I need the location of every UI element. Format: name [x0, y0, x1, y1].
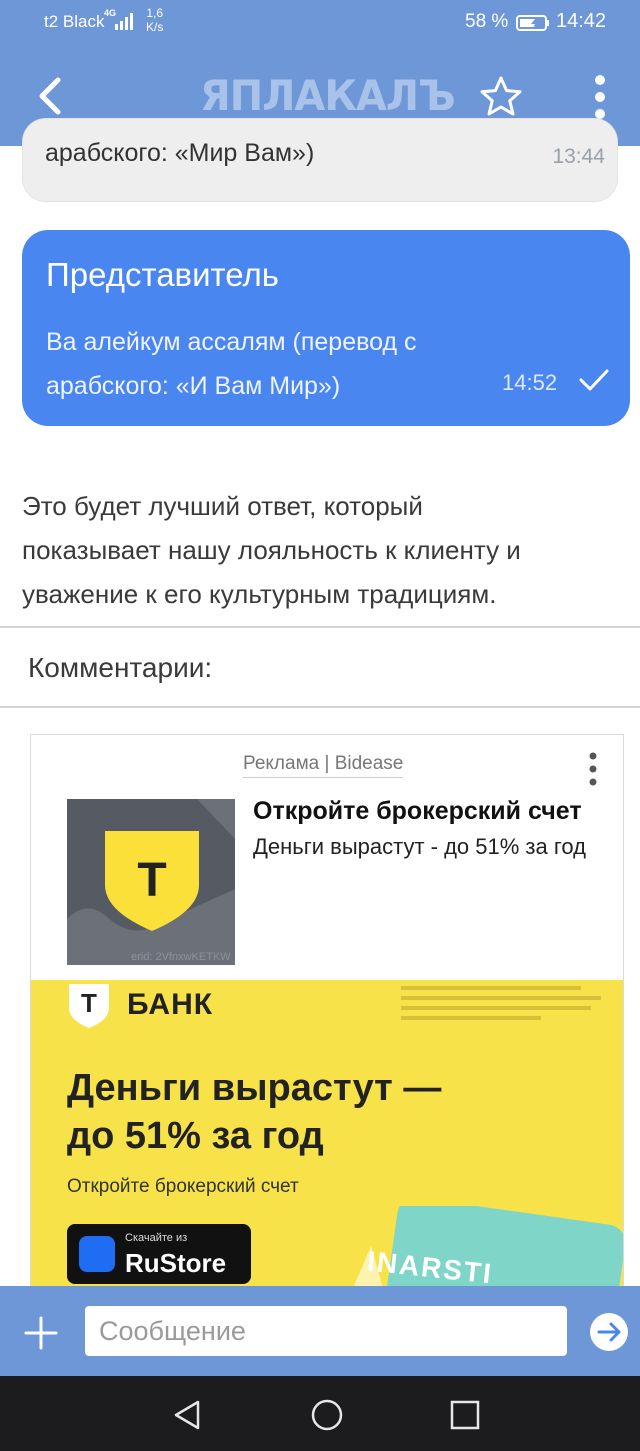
- message-composer: [0, 1286, 640, 1376]
- banner-brand: БАНК: [127, 988, 214, 1021]
- banner-logo-letter: Т: [81, 988, 97, 1018]
- post-text: Это будет лучший ответ, который показыва…: [22, 484, 622, 616]
- ad-title[interactable]: Откройте брокерский счет: [253, 797, 582, 826]
- post-line-3: уважение к его культурным традициям.: [22, 579, 497, 609]
- ad-thumbnail[interactable]: Т erid: 2VfnxwKETKW: [67, 799, 235, 965]
- comments-heading: Комментарии:: [28, 652, 213, 683]
- ad-banner[interactable]: Т БАНК Деньги вырастут — до 51% за год О…: [31, 980, 623, 1295]
- banner-headline: Деньги вырастут — до 51% за год: [67, 1064, 441, 1160]
- battery-icon: [516, 15, 549, 31]
- circle-home-icon[interactable]: [310, 1398, 344, 1432]
- net-speed-value: 1,6: [146, 6, 164, 20]
- check-icon: [579, 369, 609, 391]
- rustore-big-text: RuStore: [125, 1248, 227, 1278]
- outgoing-message: Представитель Ва алейкум ассалям (перево…: [22, 230, 630, 426]
- ad-erid: erid: 2VfnxwKETKW: [131, 951, 231, 963]
- ad-more-icon[interactable]: [583, 751, 603, 787]
- net-speed-unit: K/s: [146, 20, 164, 34]
- outgoing-line-2: арабского: «И Вам Мир»): [46, 372, 341, 400]
- post-line-2: показывает нашу лояльность к клиенту и: [22, 535, 521, 565]
- ad-description: Деньги вырастут - до 51% за год: [253, 834, 586, 859]
- outgoing-message-text: Ва алейкум ассалям (перевод с арабского:…: [46, 320, 516, 408]
- status-bar: t2 Black 4G 1,6 K/s 58 % 14:42: [0, 0, 640, 46]
- outgoing-line-1: Ва алейкум ассалям (перевод с: [46, 328, 417, 356]
- more-vertical-icon[interactable]: [586, 72, 614, 122]
- net-speed: 1,6 K/s: [146, 6, 163, 34]
- post-line-1: Это будет лучший ответ, который: [22, 491, 423, 521]
- rustore-small-text: Скачайте из: [125, 1232, 188, 1244]
- message-sender: Представитель: [46, 256, 279, 293]
- thumb-logo-letter: Т: [137, 854, 167, 907]
- incoming-message: арабского: «Мир Вам») 13:44: [22, 118, 618, 202]
- banner-headline-2: до 51% за год: [67, 1115, 324, 1157]
- divider: [0, 706, 640, 708]
- incoming-message-time: 13:44: [552, 145, 605, 168]
- carrier-label: t2 Black: [44, 12, 105, 31]
- triangle-back-icon[interactable]: [170, 1398, 204, 1432]
- clock: 14:42: [556, 10, 607, 32]
- banner-fine-print: [401, 986, 601, 1026]
- star-outline-icon[interactable]: [478, 74, 524, 120]
- banner-cta: Откройте брокерский счет: [67, 1176, 299, 1197]
- site-logo[interactable]: ЯПЛАКАЛЪ: [200, 68, 456, 124]
- plus-icon[interactable]: [24, 1316, 58, 1350]
- rustore-button[interactable]: Скачайте из RuStore: [67, 1224, 251, 1284]
- banner-headline-1: Деньги вырастут —: [67, 1067, 442, 1109]
- rustore-icon: [79, 1236, 115, 1272]
- ad-source-label[interactable]: Реклама | Bidease: [243, 753, 404, 778]
- system-nav-bar: [0, 1376, 640, 1451]
- signal-icon: [115, 13, 133, 30]
- battery-percent: 58 %: [465, 11, 509, 32]
- message-input[interactable]: [85, 1306, 567, 1356]
- incoming-message-text: арабского: «Мир Вам»): [45, 139, 315, 167]
- arrow-right-circle-icon[interactable]: [589, 1312, 629, 1352]
- outgoing-message-time: 14:52: [502, 370, 558, 395]
- back-icon[interactable]: [30, 74, 70, 118]
- square-recents-icon[interactable]: [448, 1398, 482, 1432]
- divider: [0, 626, 640, 628]
- ad-card[interactable]: Реклама | Bidease Т erid: 2VfnxwKETKW От…: [30, 734, 624, 1296]
